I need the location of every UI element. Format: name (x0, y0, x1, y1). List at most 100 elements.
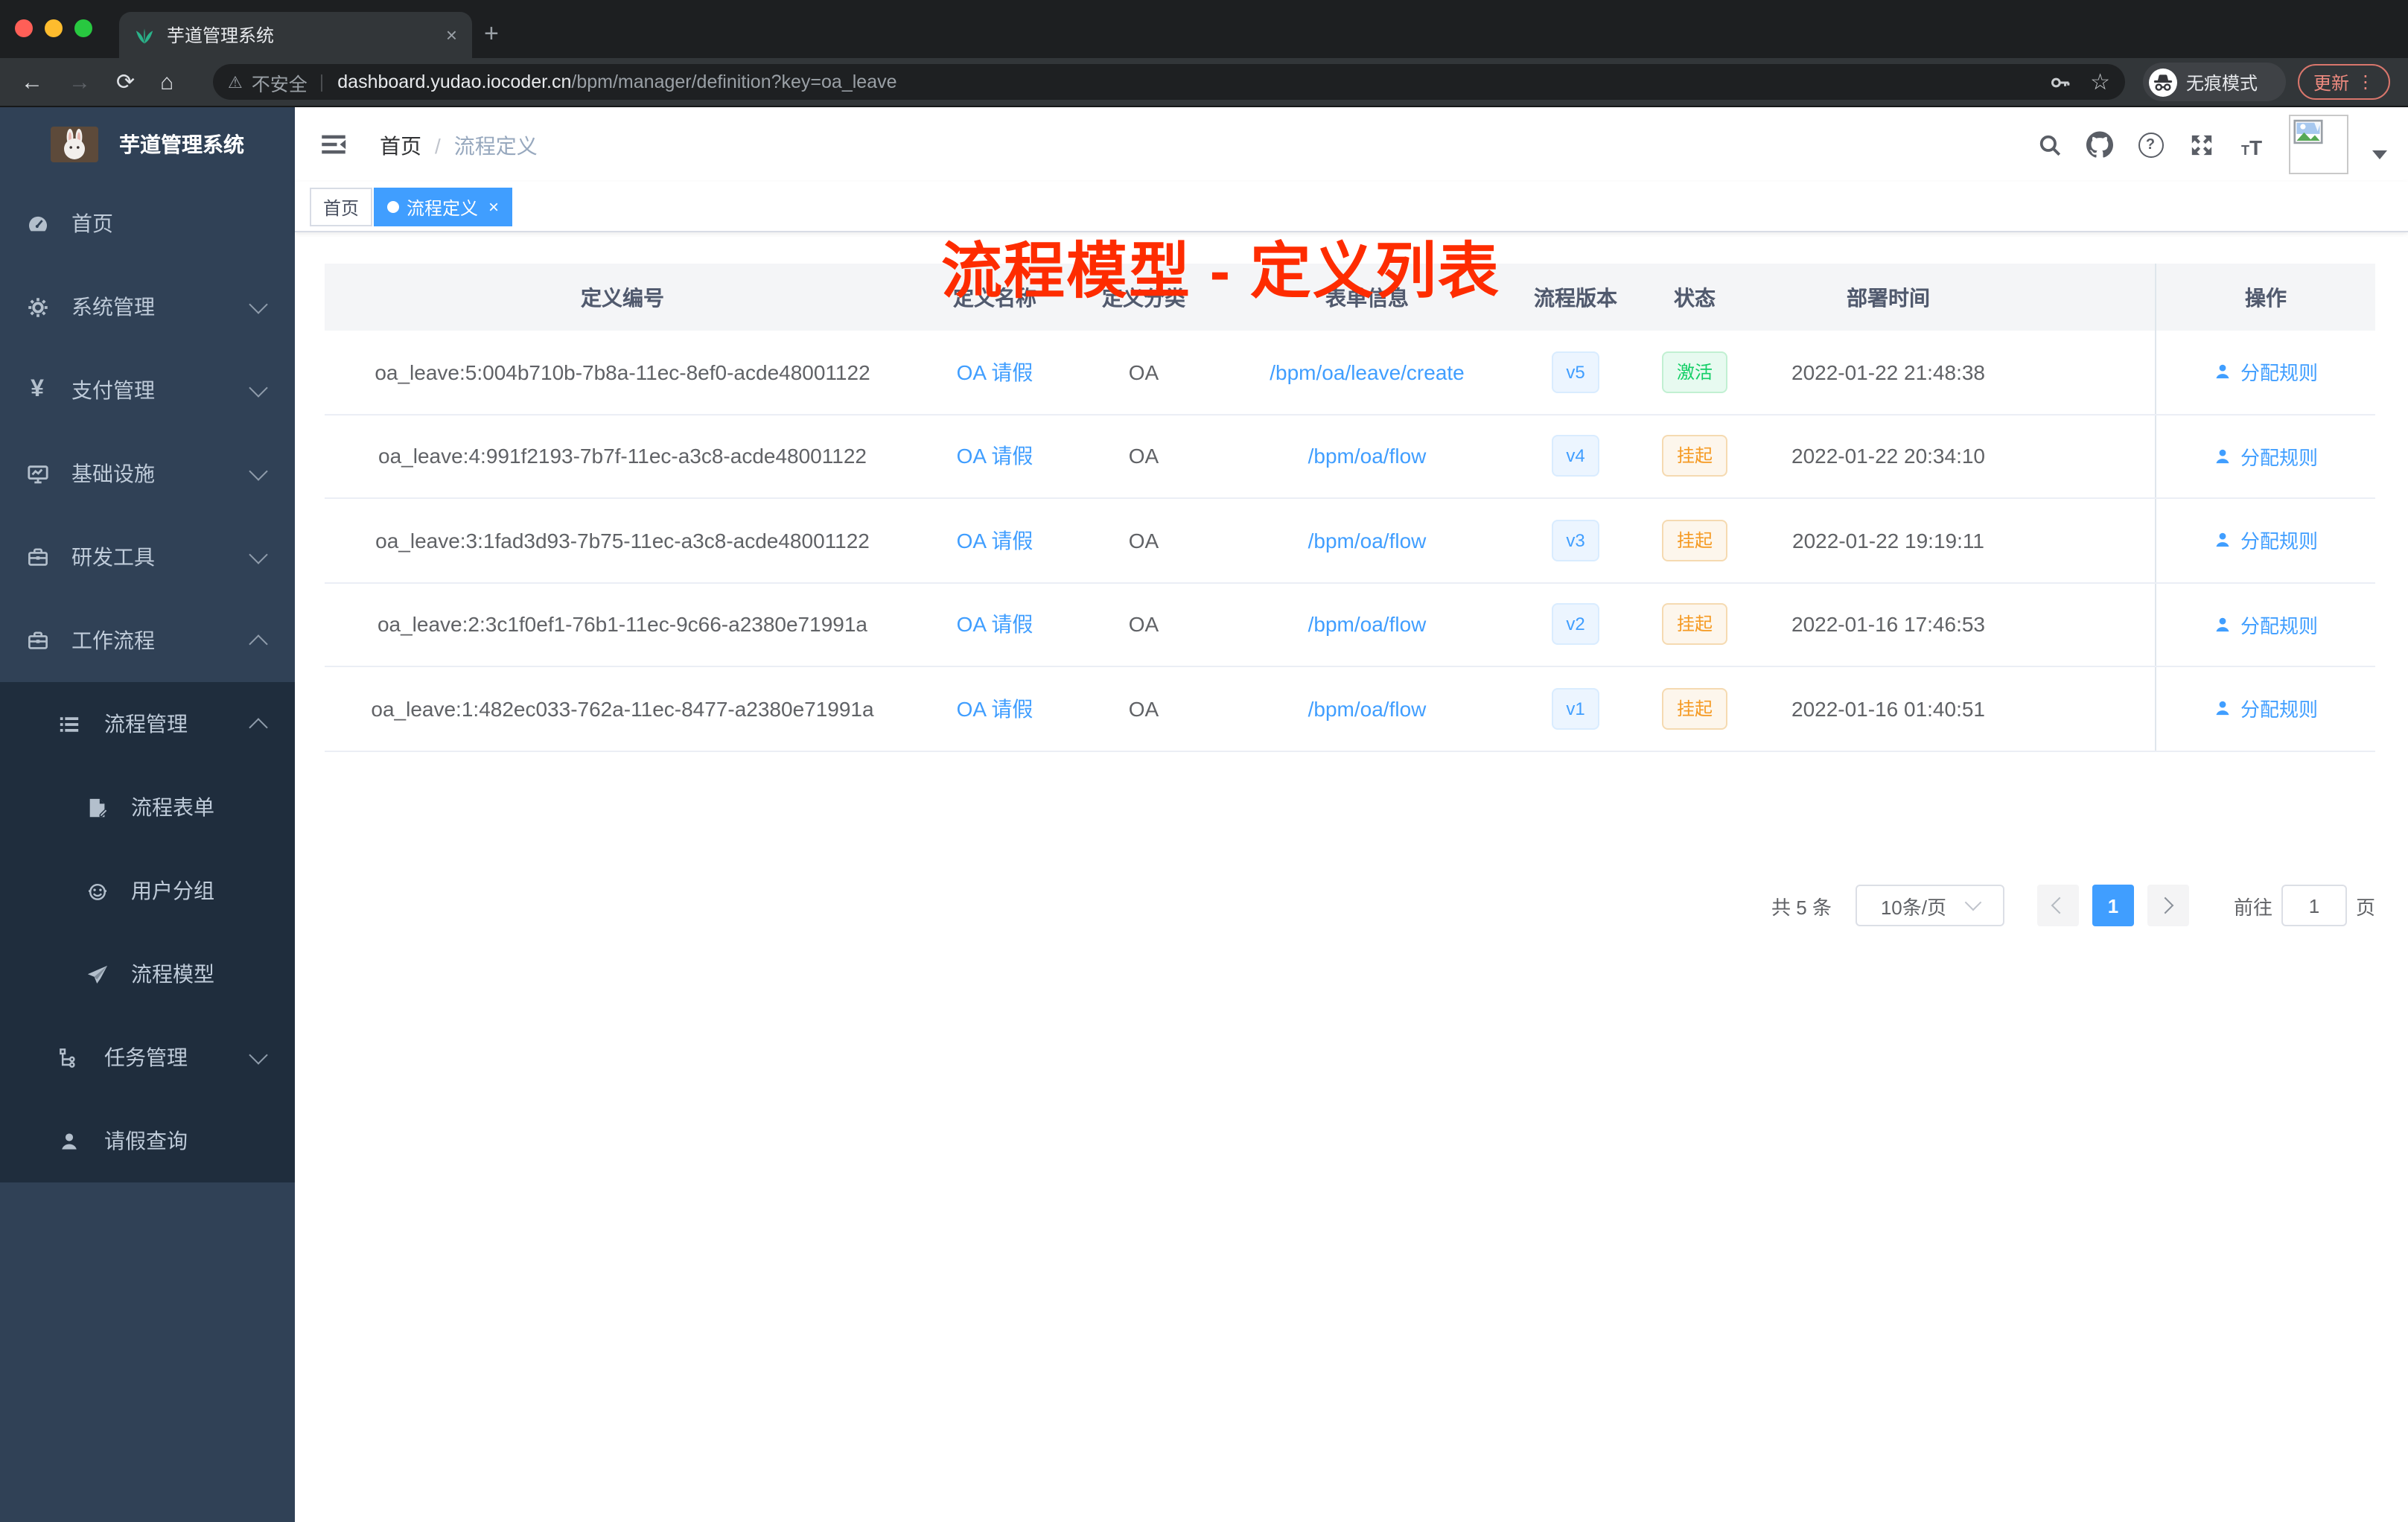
assign-rule-button[interactable]: 分配规则 (2214, 358, 2318, 386)
search-icon[interactable] (2036, 131, 2063, 158)
forward-icon[interactable]: → (69, 69, 91, 95)
definition-id: oa_leave:5:004b710b-7b8a-11ec-8ef0-acde4… (375, 360, 870, 384)
assign-rule-button[interactable]: 分配规则 (2214, 442, 2318, 471)
breadcrumb-separator: / (435, 134, 441, 158)
definition-name-link[interactable]: OA 请假 (957, 357, 1033, 387)
sidebar-item-process-model[interactable]: 流程模型 (0, 932, 295, 1016)
url-host: dashboard.yudao.iocoder.cn (337, 71, 572, 92)
page-jump-input[interactable]: 1 (2281, 885, 2347, 926)
definition-table: 定义编号 定义名称 定义分类 表单信息 流程版本 状态 部署时间 操作 oa_l… (325, 264, 2375, 751)
reload-icon[interactable]: ⟳ (116, 69, 135, 95)
definition-category: OA (1128, 528, 1159, 553)
page-size-value: 10条/页 (1880, 896, 1946, 918)
sidebar-item-payment[interactable]: ¥ 支付管理 (0, 348, 295, 432)
security-label[interactable]: 不安全 (252, 68, 308, 96)
sidebar-item-task-management[interactable]: 任务管理 (0, 1016, 295, 1099)
briefcase-icon (25, 628, 49, 652)
tab-close-icon[interactable]: × (446, 24, 457, 46)
table-row: oa_leave:5:004b710b-7b8a-11ec-8ef0-acde4… (325, 331, 2375, 415)
address-bar[interactable]: ⚠ 不安全 | dashboard.yudao.iocoder.cn/bpm/m… (213, 64, 2125, 100)
sidebar: 芋道管理系统 首页 系统管理 ¥ 支付管理 基础设施 研发工具 工作流程 流程管… (0, 107, 295, 1522)
chevron-down-icon (249, 545, 268, 564)
home-icon[interactable]: ⌂ (160, 69, 173, 95)
breadcrumb-current: 流程定义 (453, 134, 538, 158)
tree-icon (57, 1045, 80, 1069)
avatar-dropdown-caret-icon[interactable] (2372, 150, 2387, 159)
sidebar-toggle-hamburger-icon[interactable] (320, 131, 347, 158)
font-size-icon[interactable]: TT (2238, 131, 2265, 158)
browser-tab[interactable]: 芋道管理系统 × (119, 12, 472, 58)
sidebar-item-user-group[interactable]: 用户分组 (0, 849, 295, 932)
bookmark-star-icon[interactable]: ☆ (2090, 69, 2110, 95)
update-label: 更新 (2313, 72, 2349, 93)
fullscreen-icon[interactable] (2188, 131, 2214, 158)
prev-page-button[interactable] (2036, 885, 2079, 926)
definition-name-link[interactable]: OA 请假 (957, 610, 1033, 640)
col-header: 部署时间 (1847, 285, 1930, 309)
sidebar-item-process-management[interactable]: 流程管理 (0, 682, 295, 765)
password-key-icon[interactable] (2048, 71, 2071, 93)
app-window: 芋道管理系统 首页 系统管理 ¥ 支付管理 基础设施 研发工具 工作流程 流程管… (0, 107, 2408, 1522)
definition-name-link[interactable]: OA 请假 (957, 442, 1033, 471)
dashboard-gauge-icon (25, 211, 49, 235)
logo-avatar (51, 127, 98, 162)
security-warning-icon: ⚠ (228, 74, 243, 92)
tag-home[interactable]: 首页 (310, 188, 373, 226)
current-page-button[interactable]: 1 (2092, 885, 2134, 926)
robot-face-icon (85, 879, 109, 902)
version-badge: v3 (1551, 519, 1600, 561)
sidebar-item-infrastructure[interactable]: 基础设施 (0, 432, 295, 515)
chevron-up-icon (249, 634, 268, 654)
github-icon[interactable] (2086, 131, 2113, 158)
breadcrumb-home[interactable]: 首页 (380, 131, 421, 161)
definition-name-link[interactable]: OA 请假 (957, 694, 1033, 724)
next-page-button[interactable] (2147, 885, 2189, 926)
window-zoom-button[interactable] (74, 19, 92, 37)
help-icon[interactable]: ? (2137, 131, 2164, 158)
tag-close-icon[interactable]: × (488, 198, 499, 216)
sidebar-item-home[interactable]: 首页 (0, 182, 295, 265)
browser-menu-icon[interactable]: ⋮ (2357, 71, 2374, 92)
user-avatar-broken-image[interactable] (2289, 115, 2348, 174)
page-size-select[interactable]: 10条/页 (1855, 885, 2004, 926)
form-link[interactable]: /bpm/oa/flow (1308, 613, 1427, 637)
definition-name-link[interactable]: OA 请假 (957, 526, 1033, 555)
window-close-button[interactable] (15, 19, 33, 37)
form-link[interactable]: /bpm/oa/flow (1308, 445, 1427, 468)
assign-rule-button[interactable]: 分配规则 (2214, 695, 2318, 723)
sidebar-item-system[interactable]: 系统管理 (0, 265, 295, 348)
form-link[interactable]: /bpm/oa/leave/create (1270, 360, 1465, 384)
new-tab-button[interactable]: + (484, 18, 499, 51)
sidebar-item-leave-query[interactable]: 请假查询 (0, 1099, 295, 1182)
browser-update-button[interactable]: 更新 ⋮ (2298, 64, 2390, 100)
sidebar-item-label: 请假查询 (104, 1129, 188, 1153)
sidebar-item-label: 用户分组 (131, 879, 214, 902)
user-icon (2217, 449, 2230, 463)
sidebar-item-workflow[interactable]: 工作流程 (0, 599, 295, 682)
user-icon (2217, 701, 2230, 716)
sidebar-item-process-form[interactable]: 流程表单 (0, 765, 295, 849)
form-link[interactable]: /bpm/oa/flow (1308, 529, 1427, 553)
sidebar-item-label: 支付管理 (71, 378, 155, 402)
sidebar-logo[interactable]: 芋道管理系统 (0, 107, 295, 182)
list-icon (57, 712, 80, 736)
tab-title: 芋道管理系统 (167, 25, 275, 46)
back-icon[interactable]: ← (21, 69, 43, 95)
tag-process-definition[interactable]: 流程定义 × (374, 188, 513, 226)
status-badge: 挂起 (1661, 519, 1727, 561)
omnibox-divider: | (319, 71, 325, 92)
definition-category: OA (1128, 612, 1159, 637)
window-minimize-button[interactable] (45, 19, 63, 37)
site-favicon-plant-icon (136, 28, 153, 43)
assign-rule-button[interactable]: 分配规则 (2214, 611, 2318, 639)
person-icon (57, 1129, 80, 1153)
col-header: 定义编号 (581, 285, 664, 309)
table-header-row: 定义编号 定义名称 定义分类 表单信息 流程版本 状态 部署时间 操作 (325, 264, 2375, 331)
sidebar-item-label: 流程模型 (131, 962, 214, 986)
assign-rule-button[interactable]: 分配规则 (2214, 526, 2318, 555)
status-badge: 挂起 (1661, 603, 1727, 646)
incognito-icon (2149, 68, 2177, 96)
form-link[interactable]: /bpm/oa/flow (1308, 697, 1427, 721)
sidebar-item-devtools[interactable]: 研发工具 (0, 515, 295, 599)
chevron-down-icon (249, 1045, 268, 1065)
